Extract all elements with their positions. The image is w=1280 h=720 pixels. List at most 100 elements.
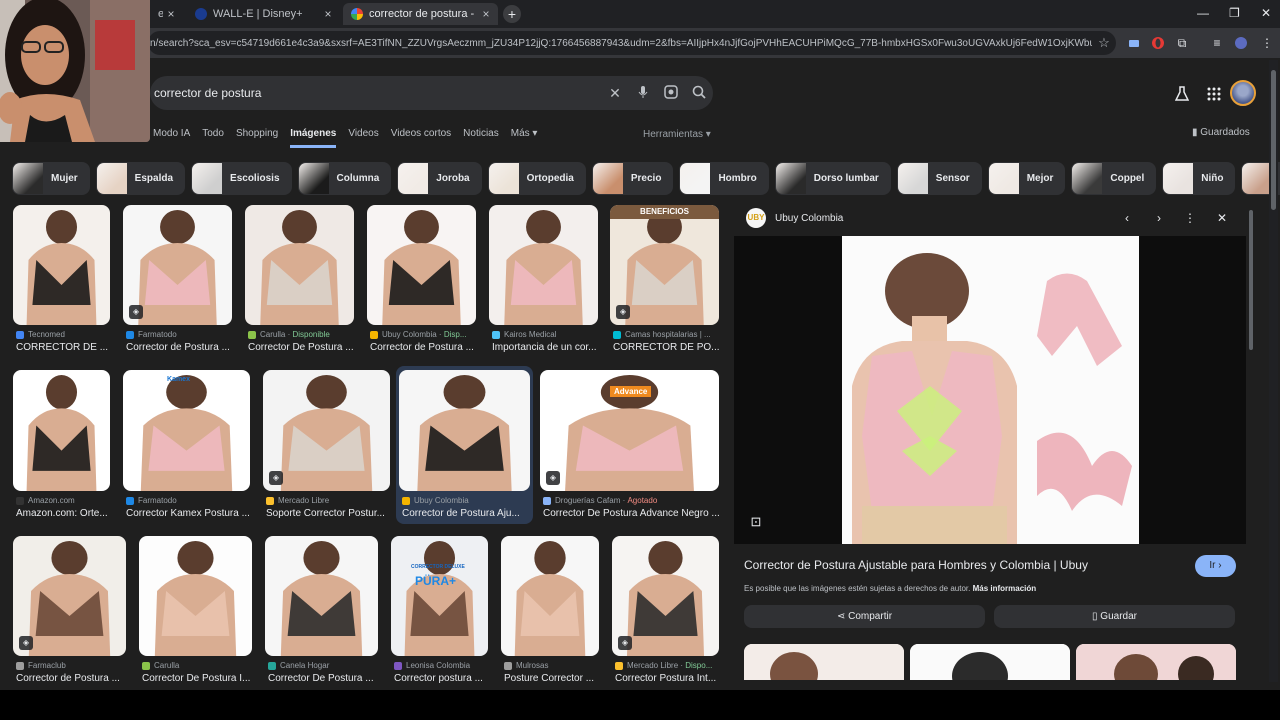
- result-title[interactable]: Corrector De Postura ...: [248, 342, 358, 353]
- result-thumbnail[interactable]: ◈ Advance: [540, 370, 719, 491]
- result-thumbnail[interactable]: ◈: [13, 536, 126, 656]
- result-thumbnail[interactable]: [245, 205, 354, 325]
- tab-mas[interactable]: Más ▾: [511, 128, 538, 148]
- result-source[interactable]: Leonisa Colombia: [394, 661, 470, 670]
- chip-mujer[interactable]: Mujer: [12, 162, 90, 195]
- result-thumbnail[interactable]: [367, 205, 476, 325]
- result-thumbnail[interactable]: [489, 205, 598, 325]
- result-source[interactable]: Farmatodo: [126, 330, 177, 339]
- panel-scrollbar[interactable]: [1248, 210, 1254, 670]
- result-title[interactable]: CORRECTOR DE PO...: [613, 342, 723, 353]
- chip-espalda[interactable]: Espalda: [95, 162, 186, 195]
- tab-google-search[interactable]: corrector de postura - Buscar c ×: [343, 3, 498, 25]
- omnibox[interactable]: n/search?sca_esv=c54719d661e4c3a9&sxsrf=…: [148, 31, 1116, 55]
- scrollbar-thumb[interactable]: [1249, 210, 1253, 350]
- image-result[interactable]: Ubuy Colombia · Disp... Corrector de Post…: [367, 205, 476, 363]
- close-preview-icon[interactable]: ✕: [1214, 211, 1230, 227]
- preview-image[interactable]: [842, 236, 1139, 544]
- result-title[interactable]: Corrector De Postura Advance Negro ...: [543, 508, 722, 519]
- image-result-selected[interactable]: Ubuy Colombia Corrector de Postura Aju...: [396, 366, 533, 524]
- result-title[interactable]: Corrector de Postura ...: [126, 342, 236, 353]
- preview-image-area[interactable]: ⊡: [734, 236, 1246, 544]
- restore-icon[interactable]: ❐: [1229, 6, 1240, 20]
- tools-menu[interactable]: Herramientas ▾: [643, 129, 711, 140]
- image-result[interactable]: Kairos Medical Importancia de un cor...: [489, 205, 598, 363]
- chip-hombro[interactable]: Hombro: [679, 162, 769, 195]
- result-title[interactable]: Corrector Kamex Postura ...: [126, 508, 253, 519]
- save-button[interactable]: ▯ Guardar: [994, 605, 1235, 628]
- share-button[interactable]: ⋖ Compartir: [744, 605, 985, 628]
- scrollbar-thumb[interactable]: [1271, 70, 1276, 210]
- chrome-menu-icon[interactable]: ⋮: [1259, 35, 1275, 51]
- image-result[interactable]: Kamex Farmatodo Corrector Kamex Postura ..…: [123, 370, 250, 529]
- saved-link[interactable]: ▮ Guardados: [1192, 127, 1250, 138]
- result-source[interactable]: Droguerías Cafam · Agotado: [543, 496, 657, 505]
- tab-shopping[interactable]: Shopping: [236, 128, 278, 148]
- labs-flask-icon[interactable]: [1172, 84, 1192, 104]
- chip-columna[interactable]: Columna: [297, 162, 392, 195]
- result-thumbnail[interactable]: [13, 205, 110, 325]
- result-title[interactable]: Importancia de un cor...: [492, 342, 602, 353]
- result-source[interactable]: Canela Hogar: [268, 661, 329, 670]
- result-source[interactable]: Amazon.com: [16, 496, 75, 505]
- related-image[interactable]: [744, 644, 904, 680]
- image-result[interactable]: Carulla Corrector De Postura I...: [139, 536, 252, 694]
- apps-grid-icon[interactable]: [1204, 84, 1224, 104]
- result-source[interactable]: Kairos Medical: [492, 330, 556, 339]
- minimize-icon[interactable]: —: [1197, 6, 1209, 20]
- tab-videos-cortos[interactable]: Videos cortos: [391, 128, 451, 148]
- chip-niño[interactable]: Niño: [1162, 162, 1236, 195]
- tab-partial[interactable]: e ×: [150, 3, 183, 25]
- chip-ortopedia[interactable]: Ortopedia: [487, 162, 586, 195]
- result-thumbnail[interactable]: ◈: [263, 370, 390, 491]
- close-tab-icon[interactable]: ×: [163, 7, 179, 21]
- visit-button[interactable]: Ir ›: [1195, 555, 1236, 577]
- bookmark-star-icon[interactable]: ☆: [1092, 35, 1116, 51]
- media-controls-icon[interactable]: ≡: [1209, 35, 1225, 51]
- image-result[interactable]: ◈ Mercado Libre · Dispo... Corrector Postu…: [612, 536, 719, 694]
- result-source[interactable]: Mercado Libre: [266, 496, 329, 505]
- tab-imagenes[interactable]: Imágenes: [290, 128, 337, 148]
- previous-icon[interactable]: ‹: [1119, 211, 1135, 227]
- result-title[interactable]: Corrector De Postura ...: [268, 673, 381, 684]
- preview-source-name[interactable]: Ubuy Colombia: [775, 213, 843, 224]
- image-result[interactable]: ◈ Farmatodo Corrector de Postura ...: [123, 205, 232, 363]
- new-tab-button[interactable]: +: [503, 5, 521, 23]
- result-source[interactable]: Ubuy Colombia: [402, 496, 469, 505]
- chip-dorso-lumbar[interactable]: Dorso lumbar: [774, 162, 891, 195]
- result-title[interactable]: CORRECTOR DE ...: [16, 342, 126, 353]
- tab-noticias[interactable]: Noticias: [463, 128, 499, 148]
- result-title[interactable]: Corrector de Postura ...: [370, 342, 480, 353]
- result-thumbnail[interactable]: [13, 370, 110, 491]
- result-title[interactable]: Corrector de Postura ...: [16, 673, 129, 684]
- opera-icon[interactable]: [1150, 35, 1166, 51]
- result-source[interactable]: Tecnomed: [16, 330, 65, 339]
- result-source[interactable]: Carulla: [142, 661, 179, 670]
- result-source[interactable]: Carulla · Disponible: [248, 330, 330, 339]
- extension-icon[interactable]: [1126, 35, 1142, 51]
- lens-search-icon[interactable]: [657, 84, 685, 102]
- close-window-icon[interactable]: ✕: [1261, 6, 1271, 20]
- result-source[interactable]: Ubuy Colombia · Disp...: [370, 330, 466, 339]
- result-source[interactable]: Farmatodo: [126, 496, 177, 505]
- result-thumbnail[interactable]: ◈ BENEFICIOS: [610, 205, 719, 325]
- image-result[interactable]: Mulrosas Posture Corrector ...: [501, 536, 599, 694]
- clear-search-icon[interactable]: ✕: [601, 85, 629, 102]
- result-thumbnail[interactable]: [139, 536, 252, 656]
- chip-joroba[interactable]: Joroba: [397, 162, 482, 195]
- url-text[interactable]: n/search?sca_esv=c54719d661e4c3a9&sxsrf=…: [148, 38, 1092, 49]
- result-title[interactable]: Soporte Corrector Postur...: [266, 508, 393, 519]
- preview-title[interactable]: Corrector de Postura Ajustable para Homb…: [744, 558, 1088, 572]
- image-result[interactable]: CORRECTOR DELUXE PÜRA+ Leonisa Colombia Cor…: [391, 536, 488, 694]
- image-result[interactable]: Amazon.com Amazon.com: Orte...: [13, 370, 110, 529]
- close-tab-icon[interactable]: ×: [320, 7, 336, 21]
- image-result[interactable]: Canela Hogar Corrector De Postura ...: [265, 536, 378, 694]
- visual-search-icon[interactable]: ⊡: [748, 514, 764, 530]
- page-scrollbar[interactable]: [1269, 60, 1278, 682]
- result-thumbnail[interactable]: [399, 370, 530, 491]
- chip-precio[interactable]: Precio: [591, 162, 674, 195]
- result-title[interactable]: Corrector De Postura I...: [142, 673, 255, 684]
- result-title[interactable]: Corrector postura ...: [394, 673, 504, 684]
- related-image[interactable]: [910, 644, 1070, 680]
- search-input[interactable]: corrector de postura: [150, 86, 601, 100]
